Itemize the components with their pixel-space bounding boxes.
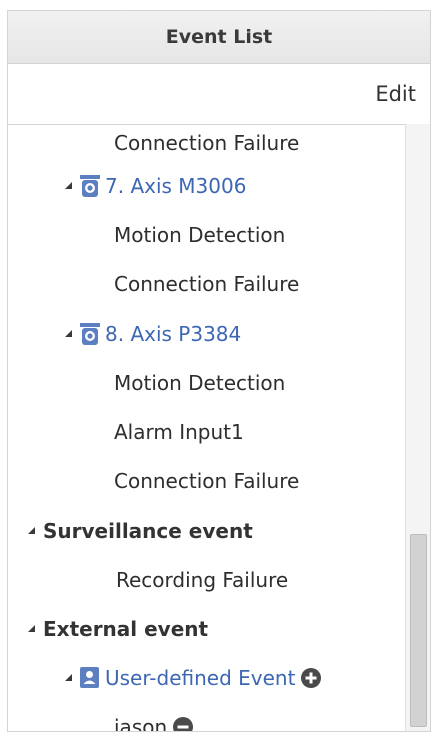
tree-node-external-event[interactable]: External event <box>28 604 208 653</box>
tree-item-label: Connection Failure <box>114 271 300 296</box>
tree-item-event[interactable]: Connection Failure <box>114 456 299 505</box>
tree-item-label: Motion Detection <box>114 222 286 247</box>
tree-node-label: Surveillance event <box>43 518 253 543</box>
scrollbar-thumb[interactable] <box>410 534 427 727</box>
tree-node-label: External event <box>43 616 209 641</box>
tree-item-event[interactable]: Motion Detection <box>114 210 285 259</box>
event-tree: Connection Failure 7. Axis M3006 Motion … <box>8 124 408 731</box>
tree-node-camera-8[interactable]: 8. Axis P3384 <box>65 309 241 358</box>
tree-node-surveillance-event[interactable]: Surveillance event <box>28 506 253 555</box>
camera-label: 7. Axis M3006 <box>105 173 247 198</box>
tree-node-user-defined-event[interactable]: User-defined Event <box>65 653 322 702</box>
tree-node-camera-7[interactable]: 7. Axis M3006 <box>65 161 246 210</box>
panel-title: Event List <box>165 26 273 48</box>
toolbar: Edit <box>8 64 430 125</box>
tree-item-event[interactable]: jason <box>114 702 194 732</box>
event-list-panel: Event List Edit Connection Failure 7. Ax… <box>7 10 431 732</box>
tree-item-label: jason <box>114 714 168 732</box>
expand-triangle-icon[interactable] <box>65 330 72 337</box>
user-icon <box>80 667 99 688</box>
tree-item-label: Connection Failure <box>114 130 300 155</box>
tree-item-event[interactable]: Recording Failure <box>116 555 288 604</box>
camera-label: 8. Axis P3384 <box>105 321 242 346</box>
tree-item-event[interactable]: Connection Failure <box>114 259 299 308</box>
tree-item-label: Motion Detection <box>114 370 286 395</box>
tree-item-event[interactable]: Alarm Input1 <box>114 407 244 456</box>
minus-circle-icon[interactable] <box>173 716 194 732</box>
edit-button[interactable]: Edit <box>375 82 416 106</box>
expand-triangle-icon[interactable] <box>28 527 35 534</box>
tree-item-label: Recording Failure <box>116 567 289 592</box>
expand-triangle-icon[interactable] <box>28 625 35 632</box>
user-defined-event-label: User-defined Event <box>105 665 296 690</box>
camera-icon <box>80 322 100 345</box>
plus-circle-icon[interactable] <box>301 667 322 688</box>
camera-icon <box>80 174 100 197</box>
vertical-scrollbar[interactable] <box>405 124 430 731</box>
tree-item-label: Alarm Input1 <box>114 419 244 444</box>
tree-item-label: Connection Failure <box>114 468 300 493</box>
tree-item-event[interactable]: Motion Detection <box>114 358 285 407</box>
panel-header: Event List <box>8 11 430 64</box>
expand-triangle-icon[interactable] <box>65 182 72 189</box>
expand-triangle-icon[interactable] <box>65 674 72 681</box>
